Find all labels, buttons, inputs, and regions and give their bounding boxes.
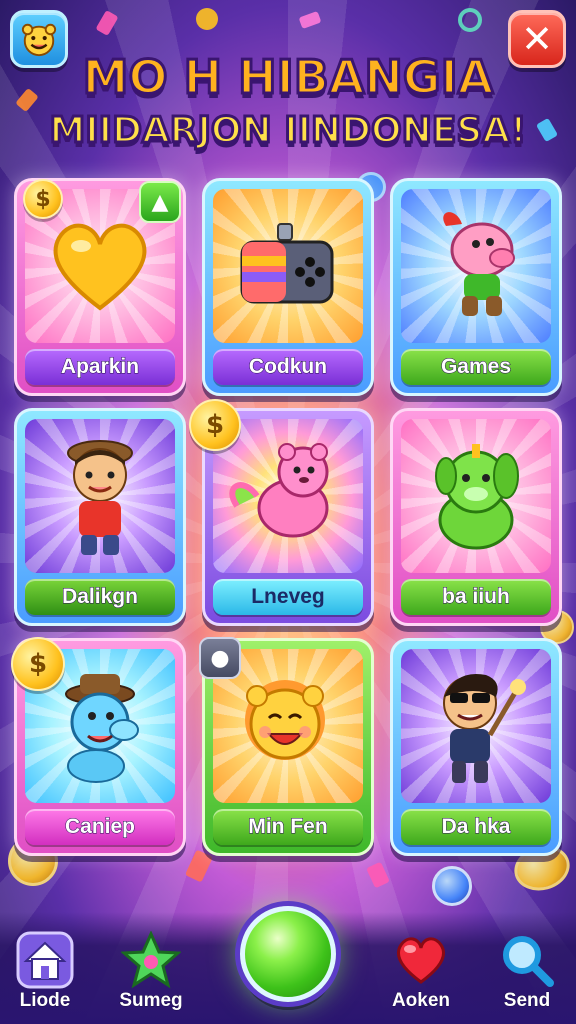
card-art: [213, 419, 363, 573]
golden-heart-icon: [53, 223, 147, 311]
nav-label: Aoken: [391, 990, 451, 1012]
game-card-games[interactable]: Games: [390, 178, 562, 396]
pink-bear-creature-icon: [229, 443, 329, 538]
confetti: [95, 9, 119, 37]
coin-icon: $: [11, 637, 65, 691]
nav-aoken[interactable]: Aoken: [376, 930, 466, 1012]
coin-icon: $: [189, 399, 241, 451]
card-label: Da hka: [401, 809, 551, 845]
game-grid: $ ▲ Aparkin Codkun Games Dalikgn $ Lneve…: [11, 178, 562, 856]
gift-icon: ▲: [139, 181, 181, 223]
boy-with-goggles-icon: [67, 440, 133, 555]
nav-send[interactable]: Send: [482, 930, 572, 1012]
heart-icon: [397, 937, 445, 984]
confetti: [298, 10, 322, 30]
game-card-da-hka[interactable]: Da hka: [390, 638, 562, 856]
game-controller-box-icon: [240, 223, 334, 304]
nav-home[interactable]: Liode: [0, 930, 90, 1012]
nav-label: Send: [503, 990, 551, 1012]
card-art: [401, 649, 551, 803]
game-card-caniep[interactable]: $ Caniep: [11, 637, 186, 856]
coin-icon: $: [23, 179, 63, 219]
blue-gem: [432, 866, 472, 906]
card-label: Min Fen: [213, 809, 363, 845]
nav-label: Sumeg: [119, 990, 183, 1012]
nav-sumeg[interactable]: Sumeg: [106, 930, 196, 1012]
card-label: Codkun: [213, 349, 363, 385]
game-card-aparkin[interactable]: $ ▲ Aparkin: [14, 178, 186, 396]
blue-dog-with-hat-icon: [65, 674, 139, 783]
yellow-lion-cub-icon: [245, 680, 325, 760]
nav-label: Liode: [19, 990, 71, 1012]
confetti: [196, 8, 218, 30]
star-icon: [121, 931, 181, 989]
game-card-dalikgn[interactable]: Dalikgn: [14, 408, 186, 626]
search-icon: [503, 936, 554, 987]
game-card-ba-iiuh[interactable]: ba iiuh: [390, 408, 562, 626]
confetti: [458, 8, 482, 32]
card-label: Lneveg: [213, 579, 363, 615]
card-label: Caniep: [25, 809, 175, 845]
card-label: Games: [401, 349, 551, 385]
controller-icon: ●: [199, 637, 241, 679]
play-orb-button[interactable]: [240, 906, 336, 1002]
card-label: Dalikgn: [25, 579, 175, 615]
card-art: [213, 189, 363, 343]
pink-pig-character-icon: [443, 212, 515, 316]
home-icon: [16, 931, 74, 989]
game-title-line1: MO H HIBANGIA: [81, 49, 495, 106]
card-label: Aparkin: [25, 349, 175, 385]
card-label: ba iiuh: [401, 579, 551, 615]
card-art: [401, 189, 551, 343]
boy-with-sunglasses-icon: [443, 673, 526, 783]
green-dog-creature-icon: [435, 444, 519, 550]
card-art: [25, 419, 175, 573]
game-title-line2: MIIDARJON IINDONESA!: [48, 109, 528, 153]
confetti: [366, 861, 390, 889]
game-card-min-fen[interactable]: ● Min Fen: [199, 637, 374, 856]
game-card-codkun[interactable]: Codkun: [202, 178, 374, 396]
game-card-lneveg[interactable]: $ Lneveg: [189, 399, 374, 626]
card-art: [401, 419, 551, 573]
